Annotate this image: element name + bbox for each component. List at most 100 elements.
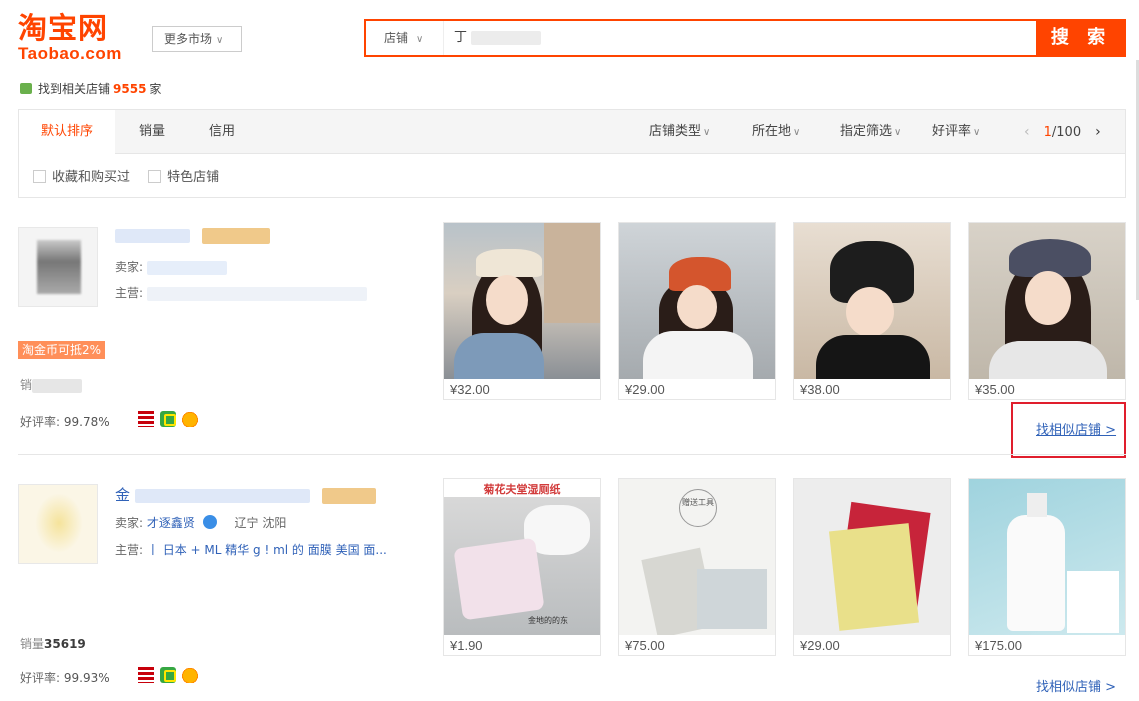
sales: 销量35619 (20, 635, 86, 652)
product-image[interactable]: 赠送工具 (619, 479, 775, 635)
product-image[interactable]: 菊花夫堂湿厕纸 金地的的东 (444, 479, 600, 635)
product-image[interactable] (444, 223, 600, 379)
filter-location[interactable]: 所在地 ∨ (752, 110, 800, 154)
rating-label: 好评率: (20, 671, 61, 685)
check-purchased[interactable]: 收藏和购买过 (33, 166, 130, 185)
find-similar-link[interactable]: 找相似店铺 > (1036, 676, 1116, 695)
next-page-icon[interactable]: › (1095, 124, 1101, 140)
product-image[interactable] (619, 223, 775, 379)
product-card[interactable]: ¥32.00 (443, 222, 601, 400)
search-box: 店铺 ∨ 丁 (364, 19, 1038, 57)
chevron-down-icon: ∨ (894, 127, 902, 138)
sort-tab-sales[interactable]: 销量 (115, 110, 189, 154)
product-image[interactable] (794, 223, 950, 379)
rating: 好评率: 99.93% (20, 669, 110, 686)
checkbox[interactable] (148, 170, 162, 183)
chevron-down-icon: ∨ (973, 127, 981, 138)
main-label: 主营: (115, 543, 144, 557)
result-prefix: 找到相关店铺 (38, 82, 111, 96)
checkbox[interactable] (33, 170, 46, 183)
sales: 销 (20, 376, 83, 393)
filter-specified[interactable]: 指定筛选 ∨ (840, 110, 901, 154)
filter-location-label: 所在地 (752, 124, 792, 139)
avatar-blurred (37, 240, 81, 294)
prev-page-icon[interactable]: ‹ (1024, 124, 1030, 140)
seller-line: 卖家: 才逐鑫贤 辽宁 沈阳 (115, 514, 286, 531)
seller-label: 卖家: (115, 516, 144, 530)
image-caption: 金地的的东 (528, 616, 568, 625)
product-image[interactable] (794, 479, 950, 635)
tmall-stripes-icon[interactable] (138, 411, 154, 427)
sales-label: 销量 (20, 637, 45, 651)
shop-badges (138, 411, 204, 429)
bottle (1007, 515, 1065, 631)
check-featured-label: 特色店铺 (167, 170, 220, 185)
product-card[interactable]: 菊花夫堂湿厕纸 金地的的东 ¥1.90 (443, 478, 601, 656)
photo-beret (969, 223, 1125, 379)
check-featured[interactable]: 特色店铺 (148, 166, 219, 185)
filter-shop-type[interactable]: 店铺类型 ∨ (649, 110, 710, 154)
product-card[interactable]: ¥29.00 (793, 478, 951, 656)
product-card[interactable]: 赠送工具 ¥75.00 (618, 478, 776, 656)
face (1025, 271, 1071, 325)
wipes-pack (453, 537, 545, 621)
main-items[interactable]: 丨 日本 + ML 精华 g ! ml 的 面膜 美国 面... (147, 543, 387, 557)
sales-label: 销 (20, 378, 33, 392)
blurred-name (115, 228, 190, 243)
sort-tab-default[interactable]: 默认排序 (19, 110, 115, 155)
photo-toner-bottle (969, 479, 1125, 635)
search-button[interactable]: 搜 索 (1036, 19, 1126, 57)
wangwang-chat-icon[interactable] (202, 515, 217, 529)
product-card[interactable]: ¥35.00 (968, 222, 1126, 400)
shop-avatar[interactable] (18, 484, 98, 564)
seller-line: 卖家: (115, 258, 227, 275)
chevron-down-icon: ∨ (703, 127, 711, 138)
product-image[interactable] (969, 223, 1125, 379)
gold-medal-icon[interactable] (182, 667, 198, 683)
blurred-query (471, 30, 542, 45)
search-input[interactable]: 丁 (444, 21, 1034, 55)
search-type-select[interactable]: 店铺 ∨ (366, 21, 444, 55)
filter-rating[interactable]: 好评率 ∨ (932, 110, 980, 154)
product-card[interactable]: ¥38.00 (793, 222, 951, 400)
result-suffix: 家 (149, 82, 162, 96)
coin-tag: 淘金币可抵2% (18, 341, 106, 359)
product-image[interactable] (969, 479, 1125, 635)
shop-item: 卖家: 主营: 淘金币可抵2% 销 好评率: 99.78% ¥32.00 ¥29… (18, 222, 1126, 458)
shop-avatar[interactable] (18, 227, 98, 307)
photo-red-cap (619, 223, 775, 379)
tmall-stripes-icon[interactable] (138, 667, 154, 683)
sort-row: 默认排序 销量 信用 店铺类型 ∨ 所在地 ∨ 指定筛选 ∨ 好评率 ∨ ‹ 1/100 › (19, 110, 1125, 155)
tshirt (643, 331, 753, 379)
product-card[interactable]: ¥29.00 (618, 222, 776, 400)
product-card[interactable]: ¥175.00 (968, 478, 1126, 656)
consumer-guarantee-icon[interactable] (160, 411, 176, 427)
check-filters: 收藏和购买过 特色店铺 (33, 166, 233, 185)
shop-name[interactable] (115, 226, 270, 244)
filter-shop-type-label: 店铺类型 (649, 124, 702, 139)
pump (1027, 493, 1047, 517)
find-similar-link[interactable]: 找相似店铺 > (1036, 419, 1116, 438)
result-count: 找到相关店铺 9555 家 (20, 80, 161, 97)
seller-label: 卖家: (115, 260, 144, 274)
shopping-bag-icon (20, 83, 32, 94)
consumer-guarantee-icon[interactable] (160, 667, 176, 683)
product-price: ¥75.00 (625, 638, 665, 653)
face (677, 285, 717, 329)
photo-mask-kit: 赠送工具 (619, 479, 775, 635)
seller-name[interactable]: 才逐鑫贤 (147, 516, 195, 530)
product-price: ¥35.00 (975, 382, 1015, 397)
gold-medal-icon[interactable] (182, 411, 198, 427)
product-price: ¥175.00 (975, 638, 1022, 653)
result-number: 9555 (113, 82, 147, 96)
face (486, 275, 528, 325)
shop-level-badge (321, 487, 376, 504)
cap (476, 249, 542, 277)
rating-value: 99.93% (63, 671, 110, 685)
shop-name[interactable]: 金 (115, 484, 376, 505)
more-market-dropdown[interactable]: 更多市场 ∨ (152, 26, 242, 52)
taobao-logo[interactable]: 淘宝网 Taobao.com (18, 12, 138, 66)
sort-tab-credit[interactable]: 信用 (189, 110, 255, 154)
logo-english: Taobao.com (18, 44, 122, 63)
pager-current: 1 (1043, 125, 1052, 140)
